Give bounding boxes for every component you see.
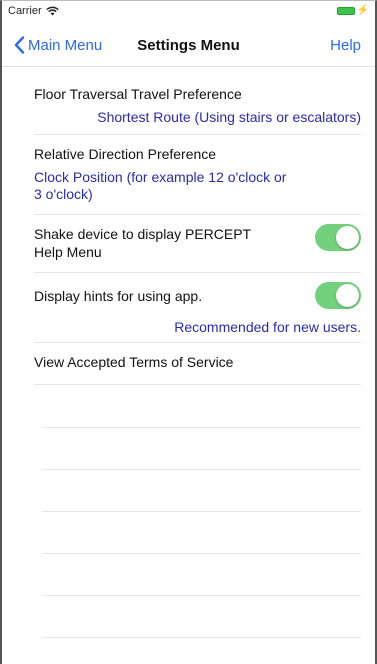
empty-row-divider <box>42 469 361 470</box>
help-button[interactable]: Help <box>330 37 361 54</box>
main-menu-back-button[interactable]: Main Menu <box>14 36 102 54</box>
carrier-label: Carrier <box>8 5 42 17</box>
shake-device-label-line1: Shake device to display PERCEPT <box>34 226 252 242</box>
carrier-info: Carrier <box>8 5 59 17</box>
empty-row-divider <box>42 637 361 638</box>
empty-row-divider <box>42 595 361 596</box>
status-bar: Carrier ⚡ <box>2 1 375 23</box>
relative-direction-label: Relative Direction Preference <box>34 146 217 162</box>
toggle-knob <box>336 226 359 249</box>
terms-of-service-row[interactable]: View Accepted Terms of Service <box>34 343 361 385</box>
display-hints-note: Recommended for new users. <box>174 319 361 335</box>
toggle-knob <box>336 284 359 307</box>
settings-screen: Carrier ⚡ Main Menu Settings Menu Help F… <box>0 0 377 664</box>
wifi-icon <box>46 6 59 16</box>
empty-row-divider <box>42 511 361 512</box>
floor-traversal-value: Shortest Route (Using stairs or escalato… <box>97 109 361 125</box>
battery-indicator: ⚡ <box>336 5 369 16</box>
relative-direction-value-line2: 3 o'clock) <box>34 186 93 202</box>
relative-direction-row[interactable]: Relative Direction Preference Clock Posi… <box>34 135 361 215</box>
charging-bolt-icon: ⚡ <box>356 5 369 16</box>
shake-device-toggle[interactable] <box>315 224 361 251</box>
chevron-left-icon <box>14 36 25 54</box>
floor-traversal-label: Floor Traversal Travel Preference <box>34 86 242 102</box>
floor-traversal-row[interactable]: Floor Traversal Travel Preference Shorte… <box>34 81 361 135</box>
relative-direction-value-line1: Clock Position (for example 12 o'clock o… <box>34 169 287 185</box>
shake-device-label-line2: Help Menu <box>34 244 102 260</box>
navigation-bar: Main Menu Settings Menu Help <box>2 23 375 67</box>
display-hints-toggle[interactable] <box>315 282 361 309</box>
empty-row-divider <box>42 553 361 554</box>
display-hints-row: Display hints for using app. Recommended… <box>34 273 361 343</box>
shake-device-row: Shake device to display PERCEPT Help Men… <box>34 215 361 273</box>
terms-of-service-label: View Accepted Terms of Service <box>34 354 234 370</box>
battery-icon <box>336 7 355 15</box>
display-hints-label: Display hints for using app. <box>34 288 203 304</box>
empty-row-divider <box>42 427 361 428</box>
back-button-label: Main Menu <box>28 36 103 54</box>
